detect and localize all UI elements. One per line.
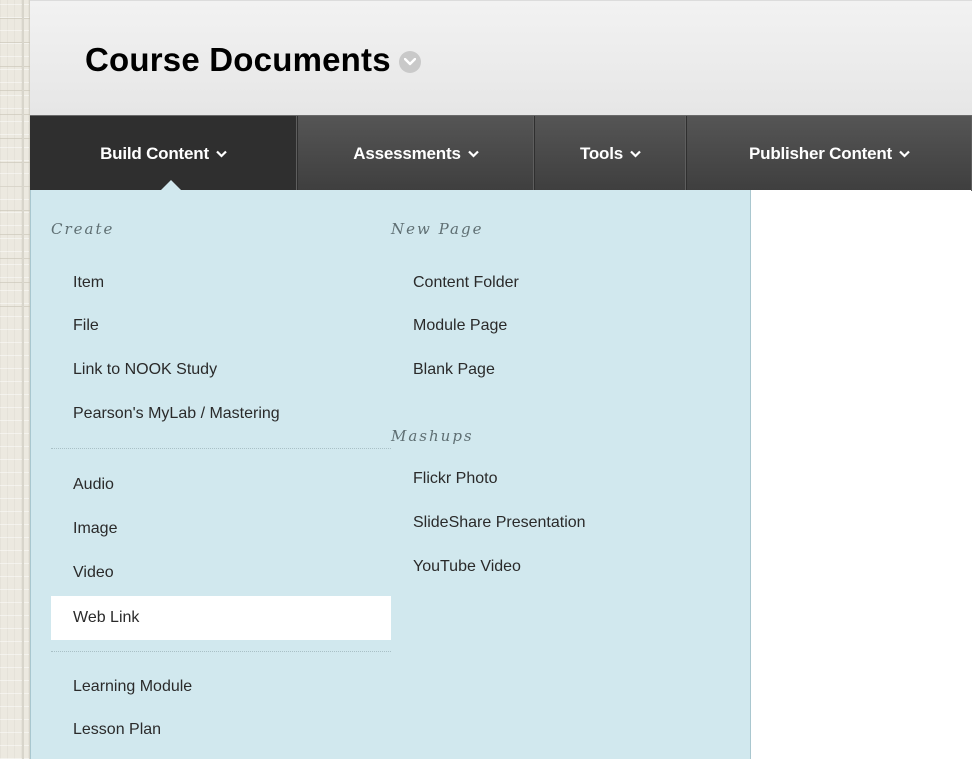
chevron-down-circle-icon[interactable]	[398, 51, 421, 73]
tab-assessments[interactable]: Assessments	[298, 116, 535, 191]
section-heading-create: Create	[51, 220, 115, 238]
section-heading-new-page: New Page	[391, 220, 484, 238]
page-title[interactable]: Course Documents	[85, 41, 421, 79]
menu-item-image[interactable]: Image	[51, 508, 391, 550]
active-tab-pointer	[160, 180, 182, 191]
tab-tools[interactable]: Tools	[535, 116, 687, 191]
tab-publisher-content[interactable]: Publisher Content	[687, 116, 972, 191]
menu-divider	[51, 448, 391, 449]
menu-item-web-link[interactable]: Web Link	[51, 596, 391, 640]
menu-divider	[51, 651, 391, 652]
chevron-down-icon	[216, 150, 227, 158]
tab-label: Publisher Content	[749, 143, 892, 163]
strip-edge	[22, 0, 24, 759]
menu-item-lesson-plan[interactable]: Lesson Plan	[51, 709, 391, 751]
build-content-menu: Create Item File Link to NOOK Study Pear…	[30, 190, 751, 759]
chevron-down-icon	[899, 150, 910, 158]
chevron-down-icon	[467, 150, 479, 158]
menu-item-content-folder[interactable]: Content Folder	[411, 262, 741, 304]
menu-item-file[interactable]: File	[51, 305, 391, 347]
chevron-down-icon	[630, 150, 641, 158]
tab-label: Tools	[579, 143, 624, 163]
section-heading-mashups: Mashups	[391, 427, 474, 445]
left-decorative-strip	[0, 0, 30, 759]
menu-item-slideshare-presentation[interactable]: SlideShare Presentation	[411, 502, 741, 544]
menu-item-link-to-nook-study[interactable]: Link to NOOK Study	[51, 349, 391, 391]
menu-item-blank-page[interactable]: Blank Page	[411, 349, 741, 391]
menu-item-item[interactable]: Item	[51, 262, 391, 304]
menu-item-video[interactable]: Video	[51, 552, 391, 594]
menu-item-pearsons-mylab-mastering[interactable]: Pearson's MyLab / Mastering	[51, 393, 391, 435]
menu-item-audio[interactable]: Audio	[51, 464, 391, 506]
menu-item-youtube-video[interactable]: YouTube Video	[411, 546, 741, 588]
page-header: Course Documents	[30, 0, 972, 115]
page-title-text: Course Documents	[85, 41, 391, 78]
menu-item-module-page[interactable]: Module Page	[411, 305, 741, 347]
tab-label: Assessments	[353, 143, 461, 163]
content-tabbar: Build Content Assessments Tools Publishe…	[30, 115, 972, 191]
menu-item-learning-module[interactable]: Learning Module	[51, 666, 391, 708]
menu-item-flickr-photo[interactable]: Flickr Photo	[411, 458, 741, 500]
tab-label: Build Content	[100, 143, 209, 163]
